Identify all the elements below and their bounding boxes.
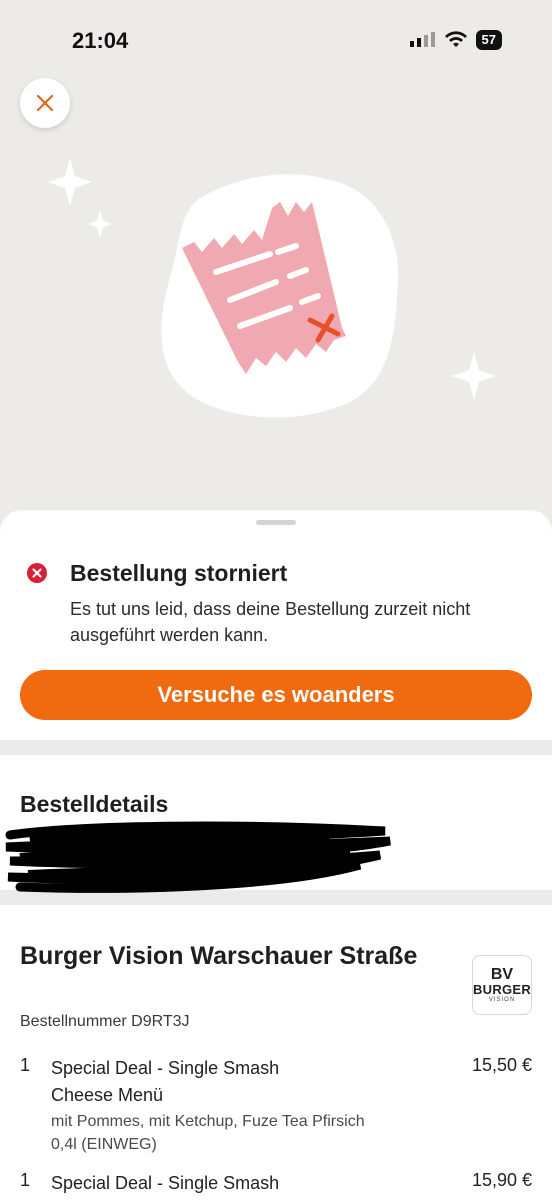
status-icons: 57 [409, 30, 502, 50]
order-section: Burger Vision Warschauer Straße Bestelln… [0, 905, 552, 1200]
restaurant-name: Burger Vision Warschauer Straße [20, 942, 418, 970]
order-details-section: Bestelldetails [0, 755, 552, 893]
cancel-title: Bestellung storniert [70, 560, 288, 586]
order-number: Bestellnummer D9RT3J [20, 1013, 190, 1030]
item-price: 15,50 € [471, 1055, 532, 1075]
item-name: Special Deal - Single Smash Cheese Menü [51, 1058, 280, 1105]
close-button[interactable] [20, 78, 70, 128]
sheet-drag-handle[interactable] [256, 520, 296, 525]
try-elsewhere-button[interactable]: Versuche es woanders [20, 670, 532, 720]
item-quantity: 1 [20, 1055, 31, 1075]
details-title: Bestelldetails [20, 791, 169, 817]
close-icon [36, 94, 54, 112]
restaurant-logo: BV BURGER VISION [472, 955, 532, 1015]
order-item: 1 Special Deal - Single Smash 15,90 € [20, 1170, 532, 1200]
error-icon [27, 563, 47, 583]
cellular-signal-icon [409, 32, 435, 47]
wifi-icon [444, 31, 467, 47]
battery-icon: 57 [475, 30, 502, 50]
status-time: 21:04 [72, 28, 129, 53]
logo-monogram: BV [490, 965, 514, 983]
header-illustration-area: 21:04 57 [0, 0, 552, 540]
item-options: mit Pommes, mit Ketchup, Fuze Tea Pfirsi… [51, 1113, 365, 1153]
item-quantity: 1 [20, 1170, 31, 1190]
logo-wordmark: BURGER [472, 981, 532, 997]
cancel-status-sheet: Bestellung storniert Es tut uns leid, da… [0, 510, 552, 740]
item-name: Special Deal - Single Smash [51, 1173, 280, 1193]
item-price: 15,90 € [471, 1170, 532, 1190]
order-item: 1 Special Deal - Single Smash Cheese Men… [20, 1055, 532, 1165]
redaction-scribble [5, 821, 391, 893]
cancelled-receipt-illustration [48, 158, 496, 418]
cancel-message: Es tut uns leid, dass deine Bestellung z… [70, 599, 471, 645]
status-bar: 21:04 57 [0, 0, 552, 82]
logo-subtext: VISION [488, 996, 516, 1003]
